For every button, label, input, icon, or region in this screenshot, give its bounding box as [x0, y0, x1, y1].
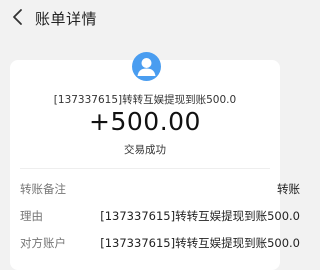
- reason-value: [137337615]转转互娱提现到账500.0: [100, 209, 300, 223]
- counterparty-label: 对方账户: [20, 236, 66, 250]
- reason-label: 理由: [20, 209, 43, 223]
- transaction-description: [137337615]转转互娱提现到账500.0: [53, 94, 237, 106]
- remark-label: 转账备注: [20, 182, 66, 196]
- divider: [20, 168, 270, 169]
- transaction-status: 交易成功: [124, 144, 166, 156]
- back-button[interactable]: [8, 7, 28, 27]
- transaction-amount: +500.00: [89, 107, 201, 136]
- user-avatar-icon: [132, 52, 161, 81]
- chevron-left-icon: [13, 9, 22, 25]
- page-title: 账单详情: [35, 10, 98, 28]
- counterparty-value: [137337615]转转互娱提现到账500.0: [100, 236, 300, 250]
- remark-value: 转账: [277, 182, 300, 196]
- top-bar: 账单详情: [0, 0, 290, 36]
